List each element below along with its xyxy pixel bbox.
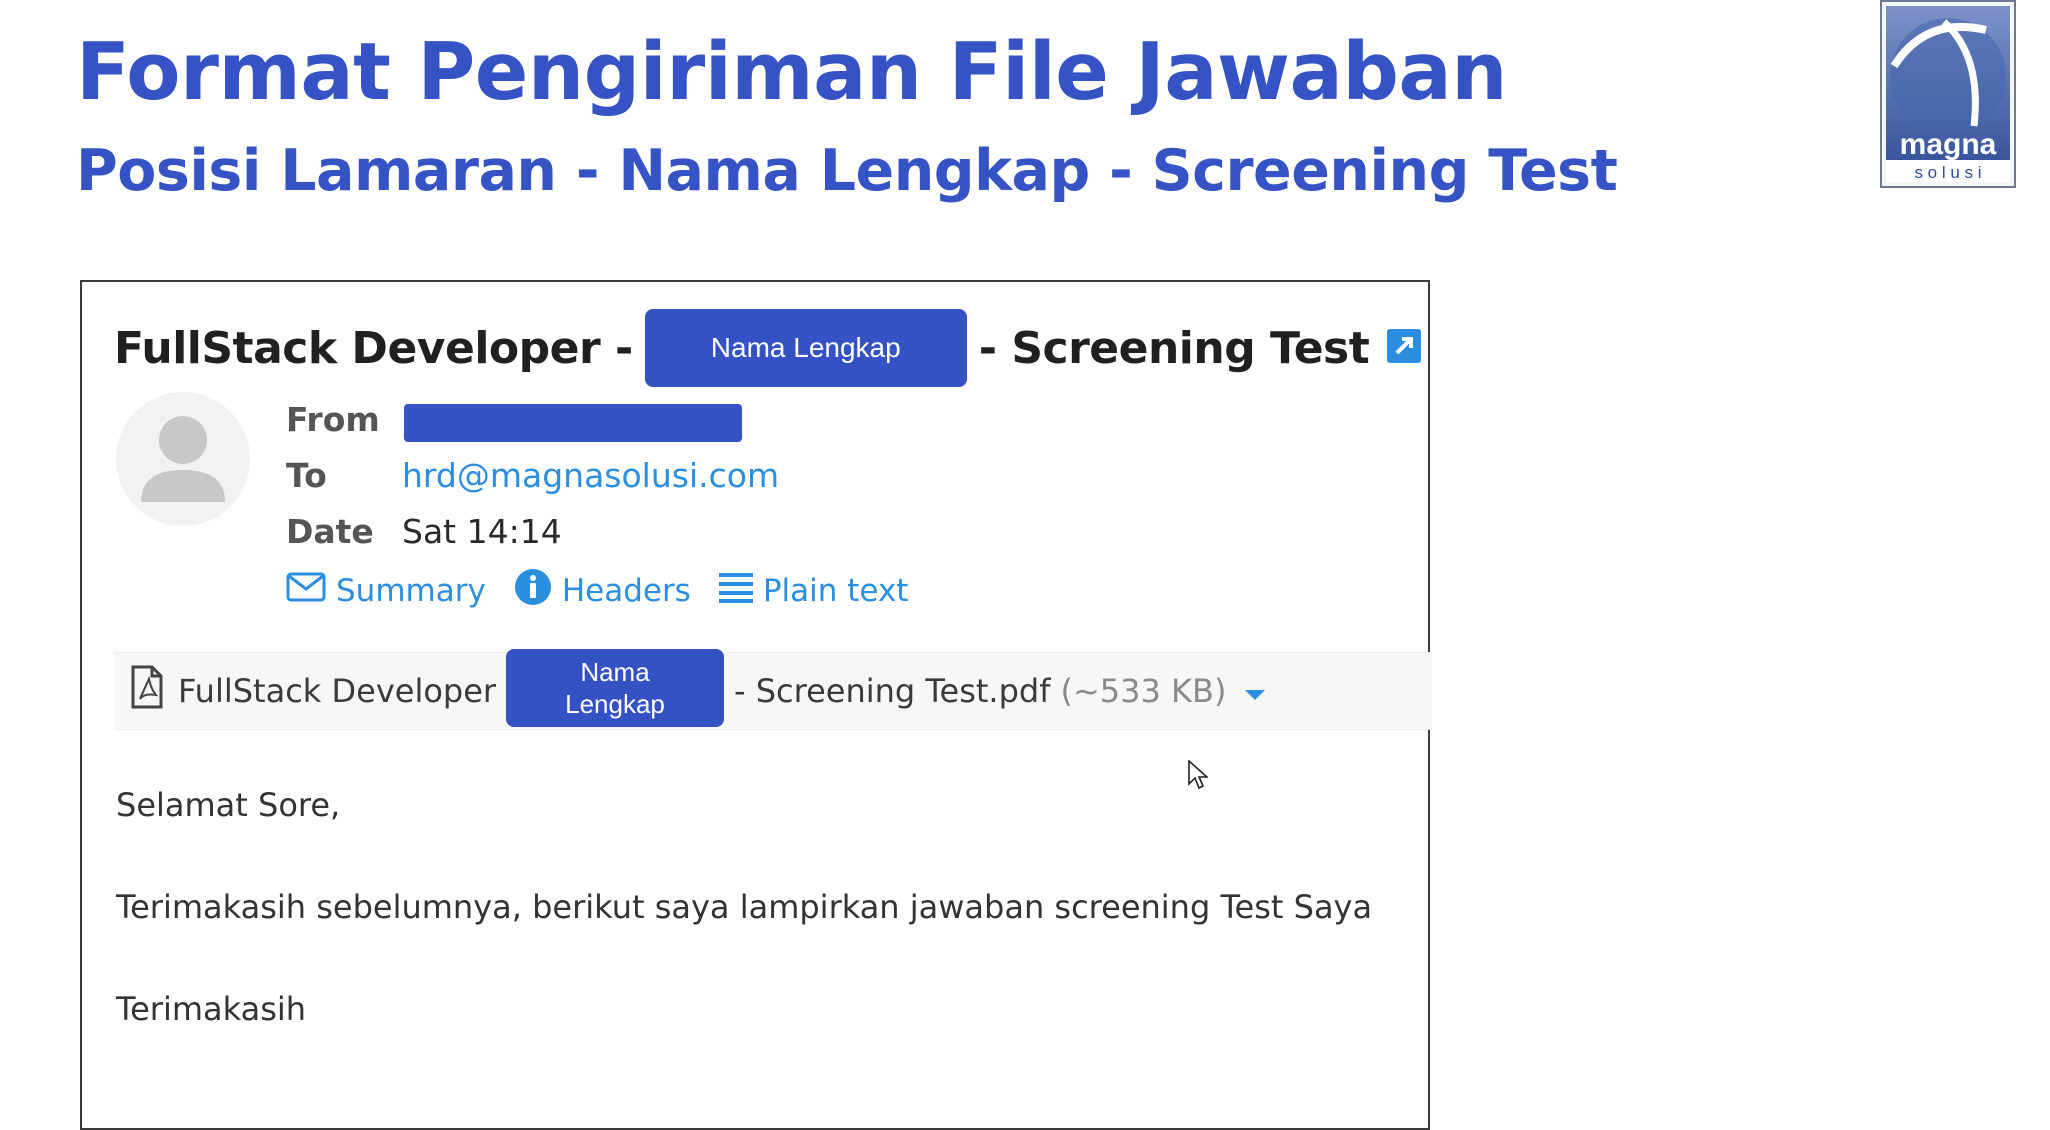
mouse-cursor-icon (1188, 759, 1210, 794)
attachment-bar[interactable]: FullStack Developer - Nama Lengkap - Scr… (114, 649, 1432, 730)
subject-name-placeholder: Nama Lengkap (644, 309, 967, 387)
envelope-icon (286, 572, 326, 610)
caret-down-icon[interactable] (1244, 672, 1266, 710)
to-label: To (286, 456, 327, 495)
external-link-icon[interactable] (1387, 323, 1422, 374)
attachment-suffix: - Screening Test.pdf (734, 672, 1051, 710)
recipient-email[interactable]: hrd@magnasolusi.com (402, 456, 779, 495)
body-greeting: Selamat Sore, (116, 786, 341, 824)
attachment-name-placeholder: Nama Lengkap (506, 649, 724, 727)
view-actions: Summary Headers Plain text (286, 568, 908, 614)
headers-label: Headers (561, 573, 691, 609)
email-preview: FullStack Developer - Nama Lengkap - Scr… (80, 280, 1432, 1130)
date-label: Date (286, 512, 374, 551)
from-label: From (286, 400, 380, 439)
svg-text:s o l u s i: s o l u s i (1914, 163, 1981, 182)
sender-redacted (404, 404, 742, 442)
plain-text-button[interactable]: Plain text (718, 571, 909, 611)
avatar-icon (116, 392, 250, 526)
attachment-name-start: FullStack Developer - (130, 653, 518, 729)
list-icon (718, 571, 753, 611)
date-value: Sat 14:14 (402, 512, 562, 551)
attachment-prefix: FullStack Developer - (178, 672, 518, 710)
summary-button[interactable]: Summary (286, 572, 486, 610)
plain-text-label: Plain text (762, 573, 909, 609)
svg-text:magna: magna (1900, 128, 1997, 161)
attachment-placeholder-line2: Lengkap (565, 689, 665, 719)
attachment-placeholder-line1: Nama (580, 657, 650, 687)
slide-subtitle: Posisi Lamaran - Nama Lengkap - Screenin… (76, 138, 1618, 204)
subject-suffix: - Screening Test (978, 322, 1370, 374)
attachment-name-end: - Screening Test.pdf (~533 KB) (734, 653, 1266, 729)
subject-prefix: FullStack Developer - (114, 322, 633, 374)
info-icon (514, 568, 552, 614)
email-subject: FullStack Developer - Nama Lengkap - Scr… (114, 308, 1422, 388)
body-closing: Terimakasih (116, 990, 307, 1028)
body-message: Terimakasih sebelumnya, berikut saya lam… (116, 888, 1373, 926)
headers-button[interactable]: Headers (514, 568, 691, 614)
pdf-file-icon (130, 665, 164, 717)
summary-label: Summary (336, 573, 486, 609)
company-logo: magna s o l u s i (1880, 0, 2016, 188)
attachment-size: (~533 KB) (1060, 672, 1227, 710)
slide-title: Format Pengiriman File Jawaban (76, 26, 1507, 118)
